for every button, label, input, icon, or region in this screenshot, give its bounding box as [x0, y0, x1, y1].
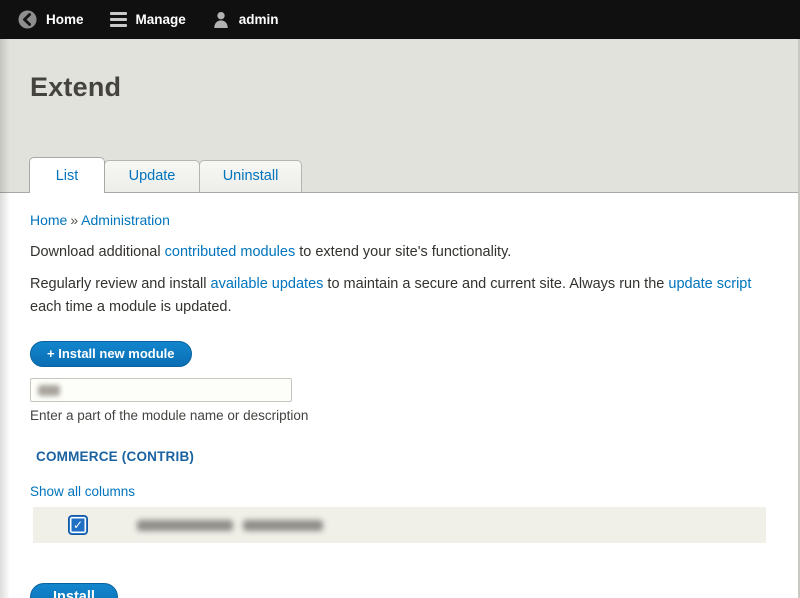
- breadcrumb: Home»Administration: [30, 212, 768, 228]
- toolbar-manage-label: Manage: [136, 12, 186, 27]
- intro-p1-text: Download additional: [30, 244, 165, 260]
- user-icon: [212, 10, 230, 29]
- redacted-filter-text: [38, 385, 60, 396]
- toolbar-manage[interactable]: Manage: [102, 0, 204, 39]
- intro-p2-text-2: to maintain a secure and current site. A…: [323, 276, 668, 292]
- breadcrumb-home-link[interactable]: Home: [30, 212, 67, 228]
- contributed-modules-link[interactable]: contributed modules: [165, 244, 296, 260]
- page-title: Extend: [30, 72, 768, 103]
- tab-update[interactable]: Update: [104, 160, 200, 192]
- breadcrumb-administration-link[interactable]: Administration: [81, 212, 170, 228]
- intro-paragraph-1: Download additional contributed modules …: [30, 241, 768, 263]
- intro-p1-text-after: to extend your site's functionality.: [295, 244, 511, 260]
- toolbar-home[interactable]: Home: [10, 0, 102, 39]
- available-updates-link[interactable]: available updates: [211, 276, 324, 292]
- toolbar-user[interactable]: admin: [204, 0, 297, 39]
- admin-toolbar: Home Manage admin: [0, 0, 800, 39]
- update-script-link[interactable]: update script: [668, 276, 751, 292]
- show-all-columns-link[interactable]: Show all columns: [30, 484, 135, 499]
- tab-uninstall[interactable]: Uninstall: [199, 160, 302, 192]
- module-filter-input[interactable]: [30, 378, 292, 402]
- page-container: Extend List Update Uninstall Home»Admini…: [0, 39, 800, 598]
- main-content: Home»Administration Download additional …: [0, 193, 798, 598]
- tab-list[interactable]: List: [29, 157, 105, 193]
- redacted-module-name: [137, 520, 323, 531]
- back-arrow-icon: [18, 10, 37, 29]
- toolbar-user-label: admin: [239, 12, 279, 27]
- breadcrumb-separator: »: [67, 212, 81, 228]
- module-checkbox[interactable]: ✓: [69, 516, 87, 534]
- page-header: Extend: [0, 39, 798, 154]
- package-heading: COMMERCE (CONTRIB): [30, 449, 768, 464]
- intro-p2-text-1: Regularly review and install: [30, 276, 211, 292]
- intro-p2-text-3: each time a module is updated.: [30, 299, 232, 315]
- install-new-module-button[interactable]: + Install new module: [30, 341, 192, 367]
- filter-help-text: Enter a part of the module name or descr…: [30, 408, 768, 423]
- toolbar-home-label: Home: [46, 12, 84, 27]
- intro-paragraph-2: Regularly review and install available u…: [30, 273, 768, 318]
- install-button[interactable]: Install: [30, 583, 118, 598]
- primary-tabs: List Update Uninstall: [0, 154, 798, 193]
- hamburger-icon: [110, 12, 127, 27]
- module-table-row: ✓: [33, 507, 766, 543]
